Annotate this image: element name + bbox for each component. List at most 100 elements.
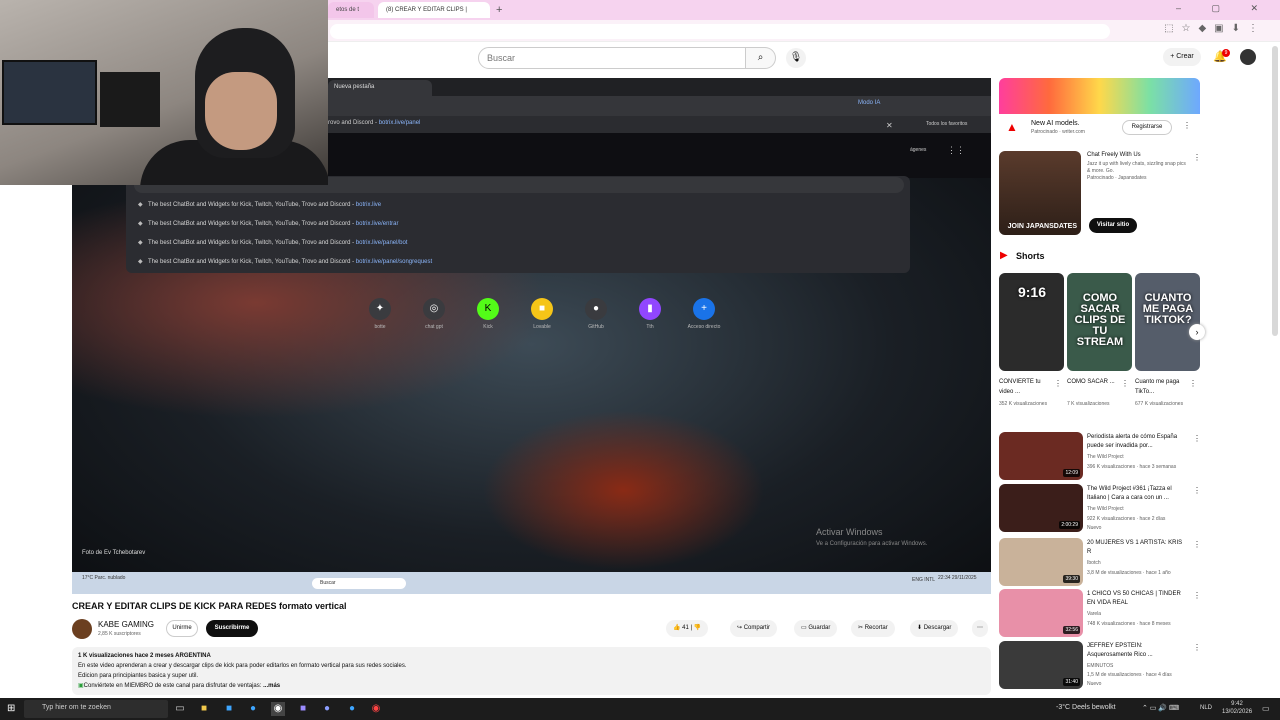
page-scrollbar[interactable] [1272, 46, 1278, 336]
ad-title[interactable]: New AI models. [1031, 120, 1080, 127]
inner-weather: 17°C Parc. nublado [82, 575, 126, 581]
video-channel[interactable]: EMINUTOS [1087, 663, 1113, 669]
subscribe-button[interactable]: Suscribirme [206, 620, 258, 637]
video-meta: 3,8 M de visualizaciones · hace 1 año [1087, 570, 1171, 576]
more-options-icon[interactable]: ⋮ [1121, 379, 1129, 388]
more-options-icon[interactable]: ⋮ [1183, 121, 1191, 130]
edge-icon[interactable]: ● [345, 702, 359, 716]
edge-icon[interactable]: ● [246, 702, 260, 716]
window-controls[interactable]: – ▢ ✕ [1176, 3, 1272, 14]
video-thumbnail[interactable]: 39:30 [999, 538, 1083, 586]
premiere-icon[interactable]: ■ [296, 702, 310, 716]
video-thumbnail[interactable]: 12:09 [999, 432, 1083, 480]
video-title[interactable]: 1 CHICO VS 50 CHICAS | TINDER EN VIDA RE… [1087, 590, 1187, 608]
shortcut-label: GitHub [588, 324, 604, 330]
ad-description-text: Jazz it up with lively chats, sizzling s… [1087, 161, 1186, 174]
video-thumbnail[interactable]: 32:56 [999, 589, 1083, 637]
browser-tab-active[interactable]: (8) CREAR Y EDITAR CLIPS | [378, 2, 490, 18]
video-description[interactable]: 1 K visualizaciones hace 2 meses ARGENTI… [72, 647, 991, 695]
discord-icon[interactable]: ● [320, 702, 334, 716]
short-views: 352 K visualizaciones [999, 401, 1048, 407]
ad-sponsor: Patrocinado · writer.com [1031, 129, 1085, 135]
inner-toolbar [328, 96, 991, 116]
video-title[interactable]: Periodista alerta de cómo España puede s… [1087, 433, 1187, 451]
more-actions-button[interactable]: ⋯ [972, 620, 988, 637]
search-input[interactable]: Buscar [478, 47, 746, 69]
short-title[interactable]: CONVIERTE tu video ... [999, 377, 1051, 397]
short-title[interactable]: COMO SACAR ... [1067, 377, 1119, 387]
suggestion-text: The best ChatBot and Widgets for Kick, T… [148, 202, 356, 208]
file-explorer-icon[interactable]: ■ [197, 702, 211, 716]
video-channel[interactable]: Varela [1087, 611, 1101, 617]
channel-name[interactable]: KABE GAMING [98, 620, 154, 629]
more-options-icon[interactable]: ⋮ [1193, 153, 1201, 162]
new-tab-button[interactable]: + [496, 3, 502, 17]
store-icon[interactable]: ■ [222, 702, 236, 716]
shortcut-tile: ■ Lovable [520, 298, 564, 330]
share-button[interactable]: ↪ Compartir [730, 620, 778, 637]
channel-avatar[interactable] [72, 619, 92, 639]
more-options-icon[interactable]: ⋮ [1189, 379, 1197, 388]
video-thumbnail[interactable]: 2:00:29 [999, 484, 1083, 532]
ad-title[interactable]: Chat Freely With Us [1087, 152, 1141, 158]
mic-button[interactable]: 🎙 [786, 48, 806, 68]
more-options-icon[interactable]: ⋮ [1193, 434, 1201, 443]
search-button[interactable]: ⌕ [746, 47, 776, 69]
video-title[interactable]: The Wild Project #361 ¡Tazza el Italiano… [1087, 485, 1187, 503]
create-button[interactable]: + Crear [1163, 48, 1201, 66]
more-options-icon[interactable]: ⋮ [1193, 591, 1201, 600]
tray-icons[interactable]: ⌃ ▭ 🔊 ⌨ [1142, 704, 1179, 712]
video-meta: 922 K visualizaciones · hace 2 días [1087, 516, 1166, 522]
register-button[interactable]: Registrarse [1122, 120, 1172, 135]
join-button[interactable]: Unirme [166, 620, 198, 637]
browser-tab[interactable]: etos de t [328, 2, 374, 18]
extension-icons[interactable]: ⬚☆◆▣⬇⋮ [1164, 23, 1266, 34]
short-thumbnail[interactable]: 9:16 [999, 273, 1064, 371]
notification-badge: 9 [1222, 49, 1230, 57]
inner-url-link: botrix.live/panel [378, 120, 421, 126]
video-channel[interactable]: The Wild Project [1087, 454, 1124, 460]
download-button[interactable]: ⬇ Descargar [910, 620, 959, 637]
windows-start-icon[interactable]: ⊞ [7, 703, 15, 714]
short-thumbnail[interactable]: CUANTO ME PAGA TIKTOK? [1135, 273, 1200, 371]
video-channel[interactable]: Ibotch [1087, 560, 1101, 566]
video-channel[interactable]: The Wild Project [1087, 506, 1124, 512]
description-line: ▣Conviértete en MIEMBRO de este canal pa… [78, 681, 985, 691]
new-badge: Nuevo [1087, 525, 1102, 531]
address-bar[interactable] [330, 24, 1110, 39]
more-options-icon[interactable]: ⋮ [1193, 643, 1201, 652]
taskbar-search-input[interactable]: Typ hier om te zoeken [24, 700, 168, 718]
ad-thumbnail-text: JOIN JAPANSDATES [1007, 223, 1077, 230]
video-title[interactable]: JEFFREY EPSTEIN: Asquerosamente Rico ... [1087, 642, 1187, 660]
more-options-icon[interactable]: ⋮ [1054, 379, 1062, 388]
notification-icon[interactable]: ▭ [1262, 704, 1270, 713]
like-button[interactable]: 👍 41 | 👎 [666, 620, 709, 637]
taskbar-weather[interactable]: -3°C Deels bewolkt [1056, 704, 1116, 711]
short-title[interactable]: Cuanto me paga TikTo... [1135, 377, 1187, 397]
clip-label: Recortar [864, 625, 888, 631]
show-more-link[interactable]: ...más [263, 683, 280, 689]
taskbar-language[interactable]: NLD [1200, 705, 1212, 711]
chevron-right-icon[interactable]: › [1189, 324, 1205, 340]
short-thumb-text: COMO SACAR CLIPS DE TU STREAM [1074, 292, 1126, 348]
video-title[interactable]: 20 MUJERES VS 1 ARTISTA: KRIS R [1087, 539, 1187, 557]
video-duration: 2:00:29 [1059, 521, 1080, 529]
taskbar-clock[interactable]: 9:42 13/02/2026 [1222, 700, 1252, 716]
obs-icon[interactable]: ◉ [369, 702, 383, 716]
task-view-icon[interactable]: ▭ [173, 702, 187, 716]
save-button[interactable]: ▭ Guardar [794, 620, 838, 637]
video-thumbnail[interactable]: 31:40 [999, 641, 1083, 689]
background-monitor [100, 72, 160, 127]
visit-site-button[interactable]: Visitar sitio [1089, 218, 1137, 233]
suggestion-item: ◆ The best ChatBot and Widgets for Kick, … [138, 220, 398, 227]
clip-button[interactable]: ✂ Recortar [851, 620, 895, 637]
avatar[interactable] [1240, 49, 1256, 65]
more-options-icon[interactable]: ⋮ [1193, 486, 1201, 495]
more-options-icon[interactable]: ⋮ [1193, 540, 1201, 549]
short-thumbnail[interactable]: COMO SACAR CLIPS DE TU STREAM [1067, 273, 1132, 371]
ad-banner-image[interactable] [999, 78, 1200, 114]
chrome-icon[interactable]: ◉ [271, 702, 285, 716]
shortcut-label: Lovable [533, 324, 551, 330]
search-icon: ⌕ [757, 52, 764, 63]
ad-thumbnail[interactable]: JOIN JAPANSDATES [999, 151, 1081, 235]
